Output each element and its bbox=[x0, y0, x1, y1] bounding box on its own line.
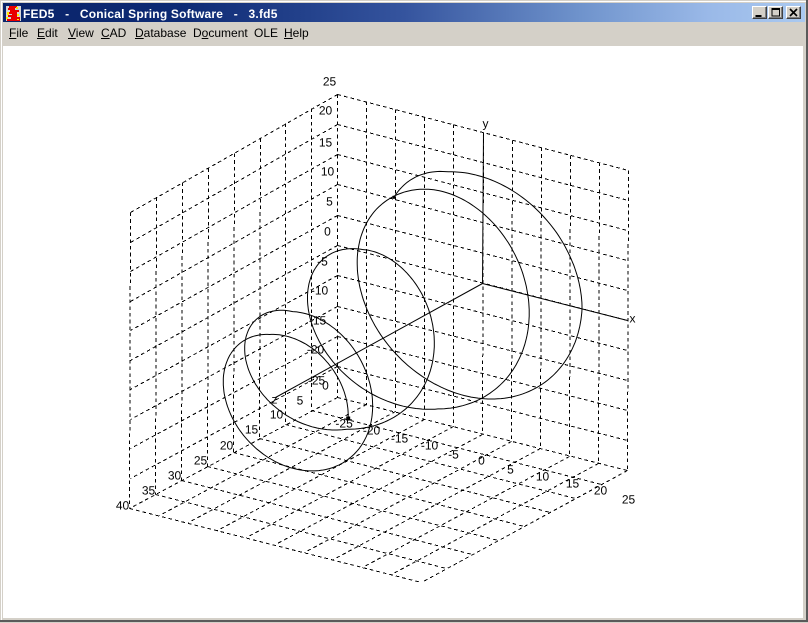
svg-text:-5: -5 bbox=[448, 448, 459, 462]
svg-text:15: 15 bbox=[319, 136, 333, 150]
svg-text:-20: -20 bbox=[307, 343, 325, 357]
svg-text:10: 10 bbox=[270, 408, 284, 422]
svg-text:-15: -15 bbox=[391, 432, 409, 446]
svg-text:15: 15 bbox=[566, 477, 580, 491]
svg-text:10: 10 bbox=[536, 470, 550, 484]
svg-text:25: 25 bbox=[622, 493, 636, 507]
svg-text:z: z bbox=[272, 393, 278, 407]
svg-text:-5: -5 bbox=[317, 255, 328, 269]
svg-text:15: 15 bbox=[245, 423, 259, 437]
svg-text:x: x bbox=[630, 312, 636, 326]
svg-text:20: 20 bbox=[319, 104, 333, 118]
svg-text:20: 20 bbox=[594, 484, 608, 498]
svg-text:5: 5 bbox=[297, 394, 304, 408]
svg-text:-15: -15 bbox=[309, 314, 327, 328]
svg-text:10: 10 bbox=[321, 165, 335, 179]
svg-text:-10: -10 bbox=[311, 284, 329, 298]
svg-text:-10: -10 bbox=[421, 439, 439, 453]
svg-text:0: 0 bbox=[478, 454, 485, 468]
svg-text:0: 0 bbox=[322, 379, 329, 393]
svg-text:5: 5 bbox=[326, 195, 333, 209]
svg-text:-20: -20 bbox=[363, 424, 381, 438]
svg-text:20: 20 bbox=[220, 439, 234, 453]
svg-text:0: 0 bbox=[324, 225, 331, 239]
svg-text:5: 5 bbox=[507, 463, 514, 477]
svg-text:30: 30 bbox=[168, 469, 182, 483]
svg-text:-25: -25 bbox=[335, 417, 353, 431]
svg-text:40: 40 bbox=[116, 499, 130, 513]
svg-text:35: 35 bbox=[142, 484, 156, 498]
svg-text:y: y bbox=[483, 117, 489, 131]
svg-text:25: 25 bbox=[323, 75, 337, 89]
svg-text:25: 25 bbox=[194, 454, 208, 468]
